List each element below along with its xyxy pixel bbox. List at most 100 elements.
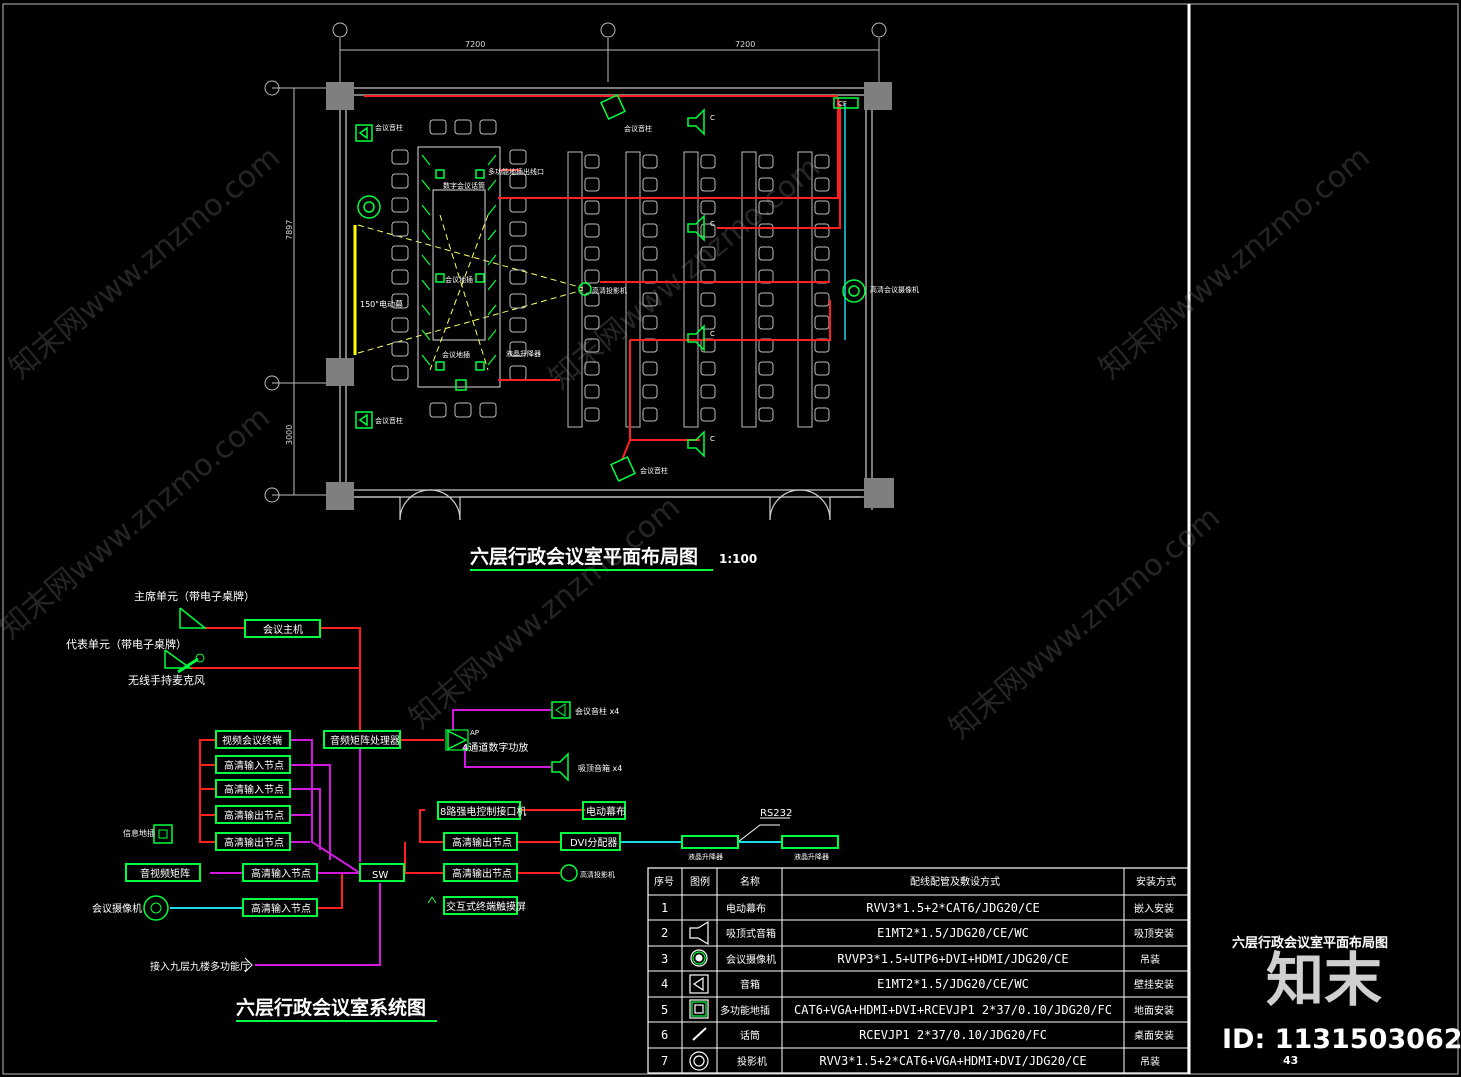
- projection-cone: [357, 224, 584, 354]
- seat: [758, 292, 774, 307]
- chair: [509, 365, 527, 381]
- mic: [421, 354, 431, 366]
- podium-label: 会议地插: [445, 275, 473, 284]
- floor-wire: [429, 214, 489, 371]
- row-wiring: RVVP3*1.5+UTP6+DVI+HDMI/JDG20/CE: [837, 952, 1068, 966]
- wireless-mic-label: 无线手持麦克风: [128, 673, 205, 687]
- projector-icon: [689, 1051, 709, 1071]
- table-row: 6 话筒 RCEVJP1 2*37/0.10/JDG20/FC 桌面安装: [661, 1028, 1174, 1042]
- floor-box-icon: [475, 273, 485, 283]
- svg-text:C: C: [710, 330, 715, 338]
- speaker-icon: [355, 124, 373, 142]
- podium-label: 会议地插: [442, 350, 470, 359]
- cf-label: CF: [838, 100, 847, 108]
- mic: [421, 179, 431, 191]
- drawing-canvas: 知末网www.znzmo.com 知末网www.znzmo.com 知末网www…: [0, 3, 1461, 1075]
- speaker-wall-label: 会议音柱 x4: [575, 706, 619, 716]
- chair: [509, 173, 527, 189]
- box-input: 高清输入节点: [251, 902, 311, 915]
- table-header: 序号: [654, 875, 674, 888]
- chair: [479, 402, 497, 418]
- row-name: 音箱: [740, 978, 760, 991]
- mic: [487, 229, 497, 241]
- watermark: 知末网www.znzmo.com: [0, 400, 277, 646]
- axis-bubble: [332, 22, 348, 38]
- camera-icon: [143, 895, 169, 921]
- floor-box-icon: [435, 361, 445, 371]
- chair-unit-icon: [179, 607, 208, 629]
- seat: [584, 384, 600, 399]
- seat: [814, 384, 830, 399]
- row-install: 桌面安装: [1134, 1029, 1174, 1042]
- seat: [642, 154, 658, 169]
- projector-icon: [560, 864, 578, 882]
- ceiling-speaker-icon: [687, 108, 705, 136]
- mic: [487, 154, 497, 166]
- chair: [391, 269, 409, 285]
- chair: [429, 119, 447, 135]
- speaker-label: 会议音柱: [624, 124, 652, 133]
- watermark: 知末网www.znzmo.com: [3, 140, 287, 386]
- box-host: 会议主机: [263, 623, 303, 636]
- system-diagram: 会议主机 音频矩阵处理器 视频会议终端 高清输入节点 高清输入节点 高清输出节点…: [66, 589, 839, 1022]
- seat: [814, 315, 830, 330]
- seat: [758, 154, 774, 169]
- seat: [814, 361, 830, 376]
- seat: [700, 407, 716, 422]
- seat: [584, 200, 600, 215]
- sidebar: 六层行政会议室平面布局图 知末 ID: 1131503062 43: [1222, 935, 1461, 1067]
- box-output: 高清输出节点: [452, 836, 512, 849]
- legend-table: 序号 图例 名称 配线配管及敷设方式 安装方式 1 电动幕布 RVV3*1.5+…: [647, 867, 1189, 1074]
- box-dvi: DVI分配器: [570, 837, 617, 849]
- floor-socket-label: 信息地插: [123, 828, 155, 838]
- chair: [454, 119, 472, 135]
- row-install: 吸顶安装: [1134, 927, 1174, 940]
- row-no: 4: [661, 977, 668, 991]
- floor-socket-icon: [153, 824, 173, 844]
- floor-box-icon: [475, 169, 485, 179]
- seat: [700, 384, 716, 399]
- chair: [509, 269, 527, 285]
- seat: [758, 246, 774, 261]
- floor-box-icon: [475, 361, 485, 371]
- floor-box-label: 多功能地插出线口: [488, 167, 544, 176]
- seat: [700, 361, 716, 376]
- row-wiring: E1MT2*1.5/JDG20/CE/WC: [877, 926, 1029, 940]
- mic: [487, 179, 497, 191]
- ceiling-speaker-icon: [687, 324, 705, 352]
- speaker-icon: [358, 126, 368, 140]
- chair: [391, 341, 409, 357]
- seat: [700, 292, 716, 307]
- chair: [509, 149, 527, 165]
- mic: [487, 279, 497, 291]
- speaker-label: 会议音柱: [375, 123, 403, 132]
- chair: [509, 245, 527, 261]
- row-name: 会议摄像机: [726, 953, 776, 966]
- ceiling-speaker-icon: [551, 752, 569, 782]
- row-no: 1: [661, 901, 668, 915]
- floor-wire: [439, 214, 489, 371]
- mic: [421, 279, 431, 291]
- seat: [584, 154, 600, 169]
- mic-label: 数字会议话筒: [443, 181, 485, 190]
- table-row: 3 会议摄像机 RVVP3*1.5+UTP6+DVI+HDMI/JDG20/CE…: [661, 952, 1160, 966]
- watermark: 知末网www.znzmo.com: [1093, 140, 1377, 386]
- page-number: 43: [1283, 1054, 1298, 1067]
- seat: [584, 407, 600, 422]
- row-name: 吸顶式音箱: [726, 927, 776, 940]
- ninth-floor-label: 接入九层九楼多功能厅: [150, 960, 250, 973]
- seat: [758, 384, 774, 399]
- projector-label: 高清投影机: [580, 870, 615, 879]
- row-no: 6: [661, 1028, 668, 1042]
- watermark: 知末网www.znzmo.com: [943, 500, 1227, 746]
- amp-label: 4通道数字功放: [462, 741, 528, 754]
- chair: [391, 317, 409, 333]
- seat: [700, 200, 716, 215]
- seat: [700, 177, 716, 192]
- row-install: 壁挂安装: [1134, 978, 1174, 991]
- floor-box-icon: [689, 999, 709, 1019]
- id-label: ID: 1131503062: [1222, 1024, 1461, 1055]
- dim-side-lower: 3000: [285, 425, 294, 445]
- plan-scale: 1:100: [719, 552, 757, 566]
- seat: [584, 269, 600, 284]
